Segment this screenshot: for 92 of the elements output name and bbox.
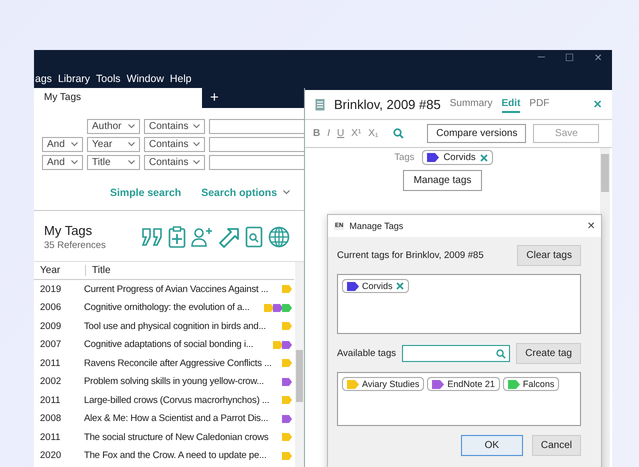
cancel-button[interactable]: Cancel bbox=[532, 435, 581, 456]
window-control[interactable]: ─ bbox=[538, 52, 545, 64]
title-cell: Cognitive ornithology: the evolution of a... bbox=[84, 302, 250, 314]
menu-item[interactable]: Window bbox=[126, 73, 164, 85]
quote-icon[interactable] bbox=[141, 227, 163, 247]
window-control[interactable]: ☐ bbox=[565, 52, 574, 64]
reference-title: Brinklov, 2009 #85 bbox=[334, 97, 441, 112]
caret-icon bbox=[283, 190, 290, 195]
column-header[interactable]: Title bbox=[86, 265, 111, 276]
format-button[interactable]: X¹ bbox=[351, 128, 362, 139]
title-cell: Large-billed crows (Corvus macrorhynchos) ... bbox=[84, 394, 270, 406]
manage-tags-button[interactable]: Manage tags bbox=[402, 170, 482, 191]
year-cell-text: 2011 bbox=[39, 432, 62, 443]
format-button[interactable]: B bbox=[313, 128, 320, 139]
document-search-icon[interactable] bbox=[245, 226, 263, 248]
operator-dropdown[interactable]: Contains bbox=[144, 155, 205, 170]
title-cell: Current Progress of Avian Vaccines Against ... bbox=[84, 284, 268, 295]
year-cell-text: 2006 bbox=[39, 302, 62, 314]
tag-chip[interactable]: Falcons bbox=[502, 377, 560, 391]
connector-dropdown[interactable]: And bbox=[42, 155, 83, 170]
search-input-field[interactable] bbox=[209, 155, 304, 170]
create-tag-button[interactable]: Create tag bbox=[516, 343, 581, 364]
new-tab-button[interactable]: + bbox=[210, 88, 219, 108]
field-dropdown[interactable]: Title bbox=[87, 155, 140, 170]
remove-icon[interactable] bbox=[396, 282, 404, 290]
dialog-title: Manage Tags bbox=[349, 221, 404, 231]
year-cell-text: 2011 bbox=[39, 394, 62, 406]
search-icon bbox=[496, 348, 506, 358]
search-icon[interactable] bbox=[393, 128, 404, 139]
caret-icon bbox=[128, 160, 135, 165]
year-cell-text: 2019 bbox=[39, 284, 62, 295]
arrow-icon[interactable] bbox=[218, 226, 240, 248]
group-title: My Tags bbox=[44, 223, 94, 238]
caret-icon bbox=[193, 142, 200, 147]
caret-icon bbox=[193, 124, 200, 129]
format-button[interactable]: I bbox=[327, 128, 330, 139]
search-input-field[interactable] bbox=[209, 119, 304, 134]
panel-tab[interactable]: Summary bbox=[450, 96, 493, 113]
globe-icon[interactable] bbox=[268, 226, 290, 248]
ok-button[interactable]: OK bbox=[460, 435, 523, 456]
title-cell: Tool use and physical cognition in birds and... bbox=[84, 320, 266, 332]
title-cell: Problem solving skills in young yellow-crow... bbox=[84, 376, 264, 388]
scrollbar-thumb[interactable] bbox=[296, 350, 303, 402]
caret-icon bbox=[128, 142, 135, 147]
year-cell-text: 2011 bbox=[39, 358, 62, 369]
menu-item[interactable]: Help bbox=[170, 73, 192, 85]
field-dropdown[interactable]: Year bbox=[87, 137, 140, 152]
tag-search-field[interactable] bbox=[402, 345, 510, 362]
close-button[interactable]: ✕ bbox=[587, 220, 595, 232]
year-cell-text: 2002 bbox=[39, 376, 62, 388]
caret-icon bbox=[193, 160, 200, 165]
search-input-field[interactable] bbox=[209, 137, 304, 152]
add-person-icon[interactable] bbox=[191, 227, 213, 247]
title-cell: Cognitive adaptations of social bonding i... bbox=[84, 339, 254, 350]
reference-count: 35 References bbox=[44, 240, 106, 251]
library-tab[interactable]: My Tags bbox=[34, 88, 202, 108]
available-tags-label: Available tags bbox=[337, 348, 396, 359]
menu-item[interactable]: Library bbox=[58, 73, 90, 85]
title-cell: Alex & Me: How a Scientist and a Parrot Dis... bbox=[84, 413, 268, 424]
field-label: Tags bbox=[394, 152, 414, 163]
tag-chip[interactable]: Corvids bbox=[422, 150, 493, 165]
operator-dropdown[interactable]: Contains bbox=[144, 119, 205, 134]
year-cell-text: 2007 bbox=[39, 339, 62, 350]
tag-chip[interactable]: Aviary Studies bbox=[342, 377, 424, 391]
caret-icon bbox=[71, 160, 78, 165]
year-cell-text: 2008 bbox=[39, 413, 62, 424]
menu-item[interactable]: ags bbox=[35, 73, 52, 85]
title-cell: The social structure of New Caledonian crows bbox=[84, 432, 268, 443]
scrollbar-thumb[interactable] bbox=[601, 154, 609, 192]
title-cell: Ravens Reconcile after Aggressive Conflicts ... bbox=[84, 358, 272, 369]
clipboard-plus-icon[interactable] bbox=[168, 226, 186, 248]
window-control[interactable]: ✕ bbox=[594, 52, 602, 64]
connector-dropdown[interactable]: And bbox=[42, 137, 83, 152]
panel-tab[interactable]: PDF bbox=[529, 96, 550, 113]
clear-tags-button[interactable]: Clear tags bbox=[517, 245, 581, 266]
format-button[interactable]: U bbox=[337, 128, 344, 139]
remove-icon[interactable] bbox=[480, 154, 488, 162]
column-header[interactable]: Year bbox=[34, 265, 86, 276]
document-icon bbox=[315, 98, 325, 111]
field-dropdown[interactable]: Author bbox=[87, 119, 140, 134]
current-tags-label: Current tags for Brinklov, 2009 #85 bbox=[337, 250, 484, 261]
tag-chip[interactable]: EndNote 21 bbox=[427, 377, 500, 391]
tag-chip[interactable]: Corvids bbox=[342, 279, 409, 293]
title-cell: The Fox and the Crow. A need to update pe... bbox=[84, 450, 266, 462]
caret-icon bbox=[128, 124, 135, 129]
year-cell-text: 2009 bbox=[39, 320, 62, 332]
compare-versions-button[interactable]: Compare versions bbox=[427, 124, 526, 143]
operator-dropdown[interactable]: Contains bbox=[144, 137, 205, 152]
year-cell-text: 2020 bbox=[39, 450, 62, 462]
menu-item[interactable]: Tools bbox=[96, 73, 121, 85]
format-button[interactable]: X₁ bbox=[368, 128, 378, 139]
caret-icon bbox=[71, 142, 78, 147]
